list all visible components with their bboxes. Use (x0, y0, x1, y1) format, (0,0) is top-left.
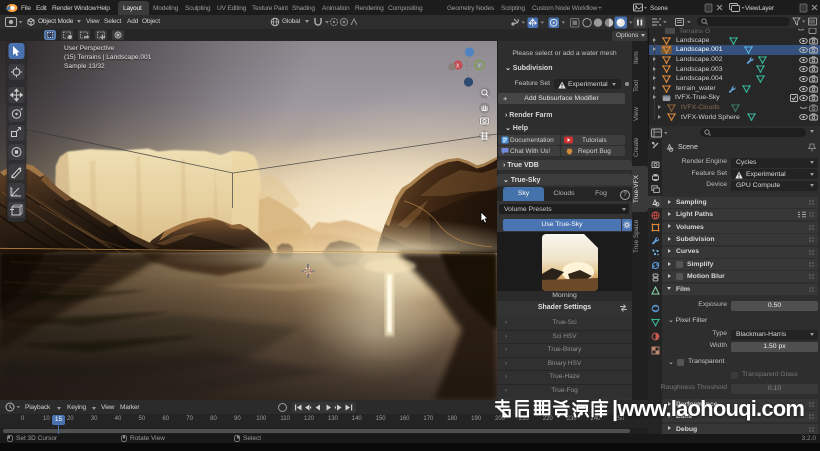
svg-text:Y: Y (478, 64, 482, 70)
